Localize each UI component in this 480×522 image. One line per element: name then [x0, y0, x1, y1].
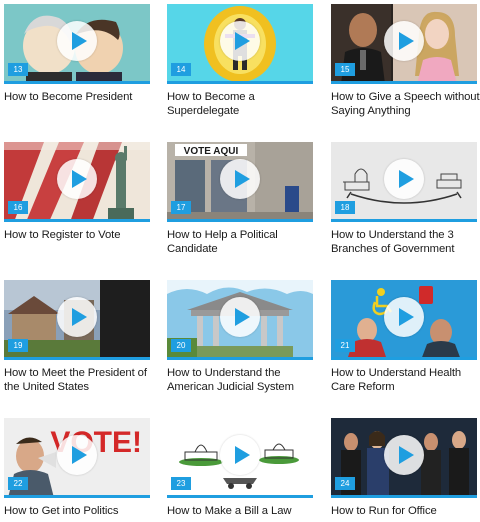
play-icon[interactable] — [384, 158, 424, 199]
video-thumbnail[interactable]: 19 — [4, 280, 150, 360]
video-number-badge: 18 — [335, 201, 355, 214]
play-icon[interactable] — [57, 158, 97, 199]
play-icon[interactable] — [57, 434, 97, 475]
video-thumbnail[interactable]: 18 — [331, 142, 477, 222]
video-number-badge: 14 — [171, 63, 191, 76]
video-title-link[interactable]: How to Run for Office — [331, 504, 480, 518]
video-number-badge: 19 — [8, 339, 28, 352]
play-icon[interactable] — [57, 296, 97, 337]
video-number-badge: 17 — [171, 201, 191, 214]
video-thumbnail[interactable]: 21 — [331, 280, 477, 360]
video-title-link[interactable]: How to Get into Politics — [4, 504, 154, 518]
play-icon[interactable] — [57, 20, 97, 61]
play-icon[interactable] — [220, 20, 260, 61]
video-thumbnail[interactable]: VOTE! 22 — [4, 418, 150, 498]
video-title-link[interactable]: How to Meet the President of the United … — [4, 366, 154, 394]
video-title-link[interactable]: How to Register to Vote — [4, 228, 154, 242]
play-icon[interactable] — [384, 434, 424, 475]
play-icon[interactable] — [384, 296, 424, 337]
video-thumbnail[interactable]: VOTE AQUI 17 — [167, 142, 313, 222]
vote-aqui-sign: VOTE AQUI — [184, 146, 239, 157]
video-number-badge: 13 — [8, 63, 28, 76]
video-thumbnail[interactable]: 15 — [331, 4, 477, 84]
video-number-badge: 22 — [8, 477, 28, 490]
play-icon[interactable] — [220, 434, 260, 475]
video-title-link[interactable]: How to Give a Speech without Saying Anyt… — [331, 90, 480, 118]
video-thumbnail[interactable]: 13 — [4, 4, 150, 84]
play-icon[interactable] — [384, 20, 424, 61]
video-number-badge: 20 — [171, 339, 191, 352]
video-number-badge: 24 — [335, 477, 355, 490]
video-title-link[interactable]: How to Become President — [4, 90, 154, 104]
video-thumbnail[interactable]: 20 — [167, 280, 313, 360]
video-title-link[interactable]: How to Become a Superdelegate — [167, 90, 317, 118]
video-title-link[interactable]: How to Make a Bill a Law — [167, 504, 317, 518]
video-title-link[interactable]: How to Understand the 3 Branches of Gove… — [331, 228, 480, 256]
video-title-link[interactable]: How to Understand Health Care Reform — [331, 366, 480, 394]
video-number-badge: 23 — [171, 477, 191, 490]
video-grid: 13 How to Become President 14 How to Bec… — [0, 0, 480, 522]
video-number-badge: 16 — [8, 201, 28, 214]
video-number-badge: 15 — [335, 63, 355, 76]
video-title-link[interactable]: How to Understand the American Judicial … — [167, 366, 317, 394]
video-thumbnail[interactable]: 16 — [4, 142, 150, 222]
play-icon[interactable] — [220, 296, 260, 337]
video-number-badge: 21 — [335, 339, 355, 352]
play-icon[interactable] — [220, 158, 260, 199]
video-thumbnail[interactable]: 24 — [331, 418, 477, 498]
video-title-link[interactable]: How to Help a Political Candidate — [167, 228, 317, 256]
video-thumbnail[interactable]: 14 — [167, 4, 313, 84]
video-thumbnail[interactable]: 23 — [167, 418, 313, 498]
